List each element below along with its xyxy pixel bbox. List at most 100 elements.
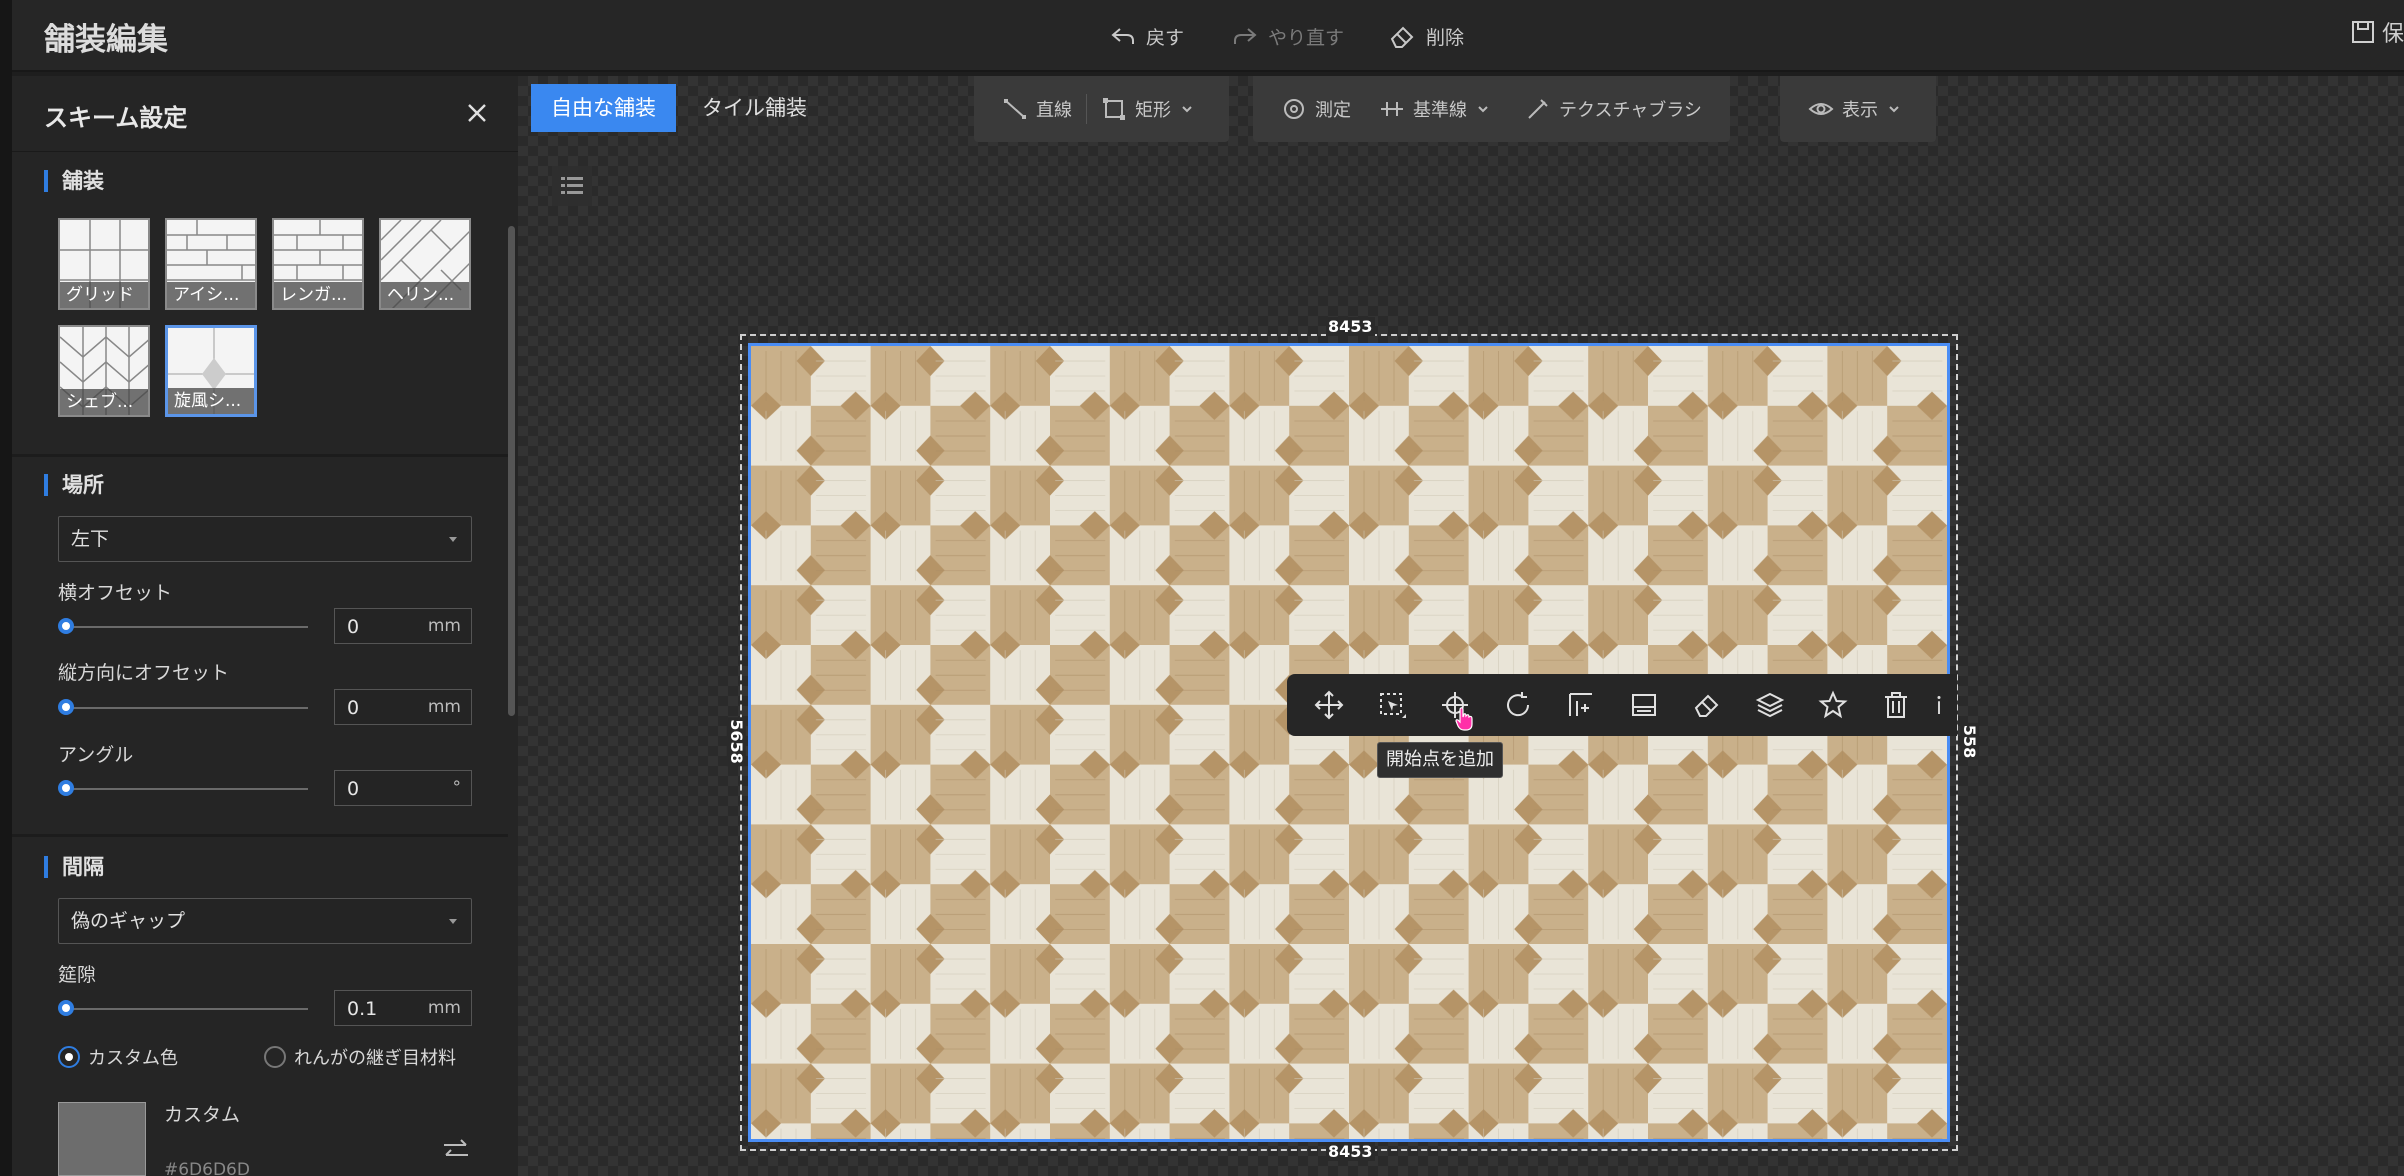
h-offset-slider-track[interactable] <box>64 626 308 628</box>
align-icon <box>1568 693 1592 716</box>
v-offset-value: 0 <box>347 697 360 719</box>
align-button[interactable] <box>1549 674 1612 736</box>
left-edge-strip <box>0 0 12 1176</box>
v-offset-label: 縦方向にオフセット <box>58 662 230 684</box>
h-offset-label: 横オフセット <box>58 582 173 604</box>
split-button[interactable] <box>1612 674 1675 736</box>
undo-label: 戻す <box>1146 26 1185 49</box>
close-icon[interactable] <box>464 100 490 126</box>
select-area-button[interactable] <box>1360 674 1423 736</box>
spacing-section-title: 間隔 <box>44 856 104 878</box>
save-icon <box>2351 21 2374 43</box>
save-button[interactable]: 保 <box>2350 16 2404 48</box>
delete-label: 削除 <box>1426 26 1465 49</box>
reference-line-icon <box>1381 102 1403 116</box>
eraser-icon <box>1390 26 1414 48</box>
rotate-icon <box>1506 692 1529 717</box>
pattern-tile-label: シェブ... <box>60 389 148 415</box>
measure-tool[interactable]: 測定 <box>1281 96 1351 122</box>
app-root: 舗装編集 戻す やり直す 削除 保 スキーム設定 舗装 グリッド アイシ... … <box>0 0 2404 1176</box>
pattern-tile-whirlwind[interactable]: 旋風シ... <box>165 325 257 417</box>
texture-brush-tool[interactable]: テクスチャブラシ <box>1525 96 1702 122</box>
tooltip: 開始点を追加 <box>1377 742 1503 778</box>
color-swatch[interactable] <box>58 1102 146 1176</box>
angle-unit: ° <box>452 778 462 798</box>
h-offset-unit: mm <box>427 616 461 636</box>
line-tool[interactable]: 直線 <box>1002 96 1072 122</box>
panel-scrollbar[interactable] <box>508 226 515 716</box>
pattern-tile-ashlar[interactable]: アイシ... <box>165 218 257 310</box>
more-button[interactable] <box>1927 674 1951 736</box>
custom-color-label: カスタム <box>164 1104 241 1126</box>
chevron-down-icon <box>449 919 457 924</box>
gap-value: 0.1 <box>347 998 378 1020</box>
view-tool-group: 表示 <box>1780 76 1936 142</box>
panel-header: スキーム設定 <box>12 76 518 152</box>
radio-custom-color-label: カスタム色 <box>88 1048 178 1069</box>
v-offset-slider-track[interactable] <box>64 707 308 709</box>
redo-button[interactable]: やり直す <box>1230 18 1344 54</box>
dimension-left: 5658 <box>726 717 746 766</box>
redo-icon <box>1234 28 1257 44</box>
draw-tool-group: 直線 矩形 <box>974 76 1229 142</box>
dimension-bottom: 8453 <box>1326 1142 1375 1161</box>
h-offset-slider-knob[interactable] <box>58 618 74 634</box>
chevron-down-icon <box>1478 106 1488 113</box>
delete-button[interactable]: 削除 <box>1388 18 1464 54</box>
view-tool[interactable]: 表示 <box>1808 96 1908 122</box>
gap-input[interactable]: 0.1 mm <box>334 990 472 1026</box>
gap-label: 筵隙 <box>58 964 97 986</box>
delete-shape-button[interactable] <box>1864 674 1927 736</box>
angle-input[interactable]: 0 ° <box>334 770 472 806</box>
pattern-tile-label: アイシ... <box>167 282 255 308</box>
radio-brick-joint[interactable]: れんがの継ぎ目材料 <box>264 1044 456 1070</box>
pattern-tile-brick[interactable]: レンガ... <box>272 218 364 310</box>
pattern-tile-label: グリッド <box>60 282 148 308</box>
paving-area[interactable] <box>748 343 1950 1142</box>
favorite-button[interactable] <box>1801 674 1864 736</box>
gap-type-select[interactable]: 偽のギャップ <box>58 898 472 944</box>
swap-icon[interactable] <box>440 1134 472 1166</box>
layer-list-button[interactable] <box>552 166 592 206</box>
angle-label: アングル <box>58 744 134 766</box>
page-title: 舗装編集 <box>44 22 168 58</box>
reference-line-tool[interactable]: 基準線 <box>1379 96 1497 122</box>
eraser-icon <box>1694 694 1718 717</box>
rotate-button[interactable] <box>1486 674 1549 736</box>
v-offset-unit: mm <box>427 697 461 717</box>
v-offset-slider-knob[interactable] <box>58 699 74 715</box>
eraser-button[interactable] <box>1675 674 1738 736</box>
measure-tool-label: 測定 <box>1315 100 1351 121</box>
move-button[interactable] <box>1297 674 1360 736</box>
angle-slider-knob[interactable] <box>58 780 74 796</box>
pattern-tile-label: 旋風シ... <box>168 388 254 414</box>
floating-edit-toolbar <box>1287 674 1957 736</box>
tab-tile-paving[interactable]: タイル舗装 <box>682 84 827 132</box>
custom-color-hex: #6D6D6D <box>164 1160 250 1176</box>
layers-icon <box>1755 692 1784 718</box>
editor-canvas[interactable]: 自由な舗装 タイル舗装 直線 矩形 測定 基準線 テクスチャブラシ 表示 845… <box>518 76 2404 1176</box>
layers-button[interactable] <box>1738 674 1801 736</box>
rectangle-tool[interactable]: 矩形 <box>1101 96 1201 122</box>
line-tool-label: 直線 <box>1036 100 1072 121</box>
radio-custom-color[interactable]: カスタム色 <box>58 1044 178 1070</box>
tab-free-paving[interactable]: 自由な舗装 <box>531 84 676 132</box>
gap-slider-track[interactable] <box>64 1008 308 1010</box>
tool-separator <box>1086 94 1087 124</box>
pattern-tile-herringbone[interactable]: ヘリン... <box>379 218 471 310</box>
gap-slider-knob[interactable] <box>58 1000 74 1016</box>
anchor-select[interactable]: 左下 <box>58 516 472 562</box>
pattern-tile-grid[interactable]: グリッド <box>58 218 150 310</box>
h-offset-input[interactable]: 0 mm <box>334 608 472 644</box>
dimension-top: 8453 <box>1326 317 1375 336</box>
star-icon <box>1817 690 1848 719</box>
angle-slider-track[interactable] <box>64 788 308 790</box>
pattern-tile-label: ヘリン... <box>381 282 469 308</box>
save-label: 保 <box>2381 22 2404 47</box>
section-divider <box>12 834 508 837</box>
whirlwind-paving-texture <box>751 346 1947 1139</box>
location-section-title: 場所 <box>44 474 104 496</box>
pattern-tile-chevron[interactable]: シェブ... <box>58 325 150 417</box>
undo-button[interactable]: 戻す <box>1108 18 1184 54</box>
v-offset-input[interactable]: 0 mm <box>334 689 472 725</box>
